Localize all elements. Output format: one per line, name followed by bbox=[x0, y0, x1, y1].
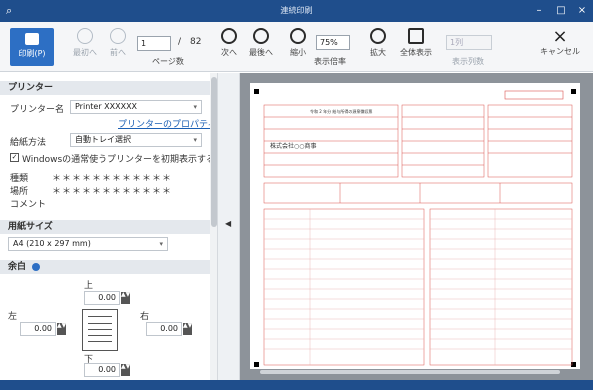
chevron-down-icon: ▾ bbox=[193, 103, 197, 111]
minimize-button[interactable]: – bbox=[530, 3, 548, 19]
printer-name-value: Printer XXXXXX bbox=[75, 102, 138, 111]
company-name-text: 株式会社○○商事 bbox=[270, 142, 316, 150]
location-label: 場所 bbox=[10, 187, 29, 197]
last-page-icon bbox=[253, 28, 269, 44]
printer-section-header: プリンター bbox=[0, 81, 210, 95]
plus-icon bbox=[370, 28, 386, 44]
margin-right-label: 右 bbox=[140, 312, 150, 322]
collapse-sidebar-button[interactable]: ◀ bbox=[218, 73, 240, 380]
columns-label: 表示列数 bbox=[452, 57, 484, 66]
print-preview-area[interactable]: 株式会社○○商事 令和 2 年分 給与所得の源泉徴収票 bbox=[240, 73, 593, 380]
sidebar-scrollbar[interactable] bbox=[210, 73, 217, 380]
paper-method-value: 自動トレイ選択 bbox=[75, 135, 131, 144]
zoom-out-button[interactable]: 縮小 bbox=[286, 28, 310, 68]
last-page-label: 最後へ bbox=[249, 48, 273, 57]
first-page-icon bbox=[77, 28, 93, 44]
page-separator: / bbox=[178, 37, 182, 47]
last-page-button[interactable]: 最後へ bbox=[246, 28, 276, 68]
zoom-in-button[interactable]: 拡大 bbox=[366, 28, 390, 68]
first-page-button[interactable]: 最初へ bbox=[68, 28, 102, 68]
chevron-left-icon: ◀ bbox=[225, 219, 232, 228]
paper-size-select[interactable]: A4 (210 x 297 mm) ▾ bbox=[8, 237, 168, 251]
chevron-down-icon: ▾ bbox=[193, 136, 197, 144]
cancel-label: キャンセル bbox=[540, 47, 580, 56]
maximize-button[interactable]: □ bbox=[552, 3, 570, 19]
print-label: 印刷(P) bbox=[18, 49, 46, 58]
form-title-text: 令和 2 年分 給与所得の源泉徴収票 bbox=[310, 108, 372, 114]
margin-left-label: 左 bbox=[8, 312, 18, 322]
paper-size-value: A4 (210 x 297 mm) bbox=[13, 239, 91, 248]
prev-page-icon bbox=[110, 28, 126, 44]
page-count-label: ページ数 bbox=[152, 57, 184, 66]
next-page-icon bbox=[221, 28, 237, 44]
columns-select[interactable]: 1列 bbox=[446, 35, 492, 50]
fit-screen-icon bbox=[408, 28, 424, 44]
fit-page-label: 全体表示 bbox=[400, 48, 432, 57]
margin-left-spinner[interactable]: ▲▼ bbox=[57, 323, 66, 335]
margin-right-spinner[interactable]: ▲▼ bbox=[183, 323, 192, 335]
cancel-button[interactable]: × キャンセル bbox=[534, 28, 586, 68]
zoom-label: 表示倍率 bbox=[314, 57, 346, 66]
first-page-label: 最初へ bbox=[73, 48, 97, 57]
scrollbar-thumb[interactable] bbox=[211, 77, 217, 227]
toolbar: 印刷(P) 最初へ 前へ 1 / 82 ページ数 次へ 最後へ 縮小 75% 表… bbox=[0, 22, 593, 72]
printer-icon bbox=[25, 33, 39, 45]
preview-page: 株式会社○○商事 令和 2 年分 給与所得の源泉徴収票 bbox=[250, 83, 580, 373]
paper-method-select[interactable]: 自動トレイ選択 ▾ bbox=[70, 133, 202, 147]
zoom-input[interactable]: 75% bbox=[316, 35, 350, 50]
chevron-down-icon: ▾ bbox=[159, 240, 163, 248]
prev-page-label: 前へ bbox=[110, 48, 126, 57]
margin-bottom-spinner[interactable]: ▲▼ bbox=[121, 364, 130, 376]
page-number-input[interactable]: 1 bbox=[137, 36, 171, 51]
zoom-in-label: 拡大 bbox=[370, 48, 386, 57]
paper-method-label: 給紙方法 bbox=[10, 138, 47, 148]
checkbox-icon[interactable]: ✓ bbox=[10, 153, 19, 162]
margin-section-header: 余白 bbox=[0, 260, 210, 274]
margin-top-input[interactable]: 0.00 bbox=[84, 291, 120, 305]
print-button[interactable]: 印刷(P) bbox=[10, 28, 54, 66]
status-bar bbox=[0, 380, 593, 390]
printer-name-label: プリンター名 bbox=[10, 105, 65, 115]
location-value: ＊＊＊＊＊＊＊＊＊＊＊＊ bbox=[52, 187, 173, 197]
zoom-out-label: 縮小 bbox=[290, 48, 306, 57]
margin-right-input[interactable]: 0.00 bbox=[146, 322, 182, 336]
margin-section-label: 余白 bbox=[8, 262, 27, 272]
printer-name-select[interactable]: Printer XXXXXX ▾ bbox=[70, 100, 202, 114]
minus-icon bbox=[290, 28, 306, 44]
info-icon[interactable] bbox=[32, 262, 41, 271]
tax-form-preview: 株式会社○○商事 令和 2 年分 給与所得の源泉徴収票 bbox=[254, 89, 576, 367]
title-bar: ⌕ 連続印刷 – □ × bbox=[0, 0, 593, 22]
window-title: 連続印刷 bbox=[280, 6, 313, 15]
next-page-button[interactable]: 次へ bbox=[216, 28, 242, 68]
comment-label: コメント bbox=[10, 200, 47, 210]
prev-page-button[interactable]: 前へ bbox=[104, 28, 132, 68]
margin-left-input[interactable]: 0.00 bbox=[20, 322, 56, 336]
close-icon: × bbox=[552, 26, 568, 47]
printer-properties-link[interactable]: プリンターのプロパティ bbox=[118, 117, 216, 130]
paper-size-section-header: 用紙サイズ bbox=[0, 220, 210, 234]
page-total: 82 bbox=[190, 37, 202, 47]
type-value: ＊＊＊＊＊＊＊＊＊＊＊＊ bbox=[52, 174, 173, 184]
margin-top-spinner[interactable]: ▲▼ bbox=[121, 292, 130, 304]
fit-page-button[interactable]: 全体表示 bbox=[398, 28, 434, 68]
default-printer-checkbox-label: Windowsの通常使うプリンターを初期表示する bbox=[22, 155, 215, 165]
margin-bottom-input[interactable]: 0.00 bbox=[84, 363, 120, 377]
preview-horizontal-scrollbar[interactable] bbox=[240, 368, 585, 376]
close-window-button[interactable]: × bbox=[573, 3, 591, 19]
margin-top-label: 上 bbox=[84, 281, 94, 291]
settings-sidebar: プリンター プリンター名 Printer XXXXXX ▾ プリンターのプロパテ… bbox=[0, 73, 218, 380]
next-page-label: 次へ bbox=[221, 48, 237, 57]
type-label: 種類 bbox=[10, 174, 29, 184]
page-margin-diagram bbox=[82, 309, 118, 351]
